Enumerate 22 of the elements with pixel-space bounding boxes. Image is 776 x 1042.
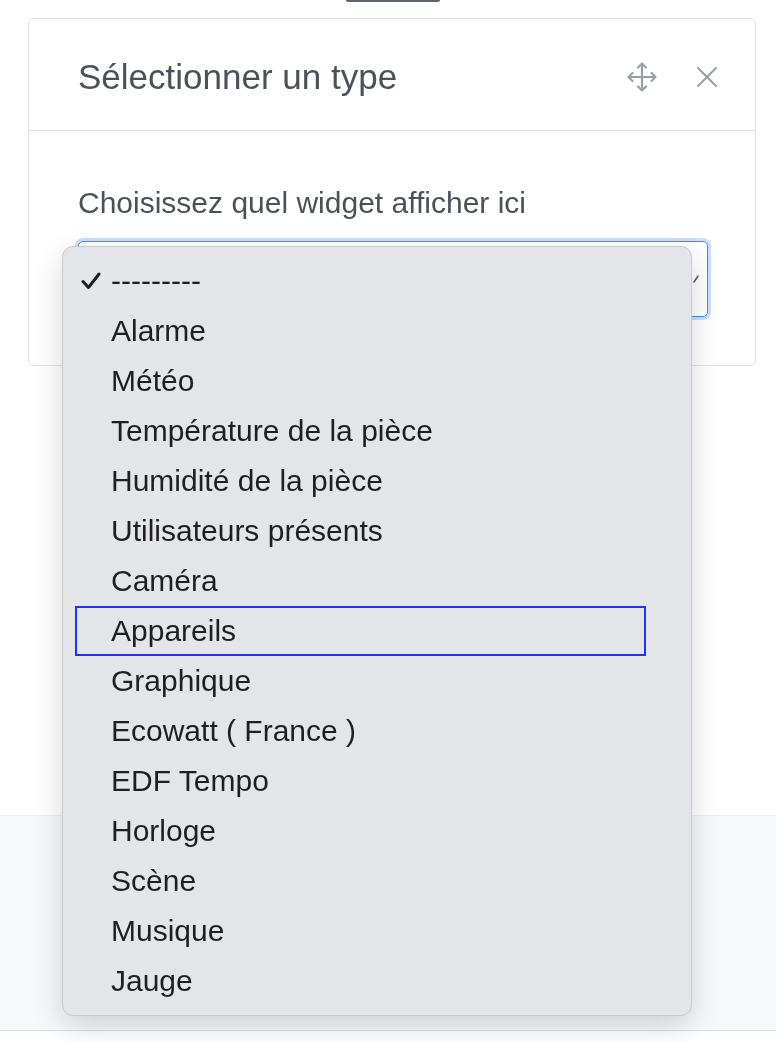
dropdown-option[interactable]: Alarme	[75, 306, 646, 356]
dropdown-option[interactable]: Humidité de la pièce	[75, 456, 646, 506]
dropdown-option[interactable]: EDF Tempo	[75, 756, 646, 806]
field-label: Choisissez quel widget afficher ici	[78, 188, 527, 218]
dropdown-option[interactable]: Température de la pièce	[75, 406, 646, 456]
dropdown-option[interactable]: Horloge	[75, 806, 646, 856]
dropdown-option[interactable]: Appareils	[75, 606, 646, 656]
dropdown-option[interactable]: Scène	[75, 856, 646, 906]
close-button[interactable]	[697, 66, 717, 87]
dropdown-option[interactable]: ---------	[75, 256, 646, 306]
dropdown-option[interactable]: Jauge	[75, 956, 646, 1006]
dropdown-option[interactable]: Graphique	[75, 656, 646, 706]
dropdown-option[interactable]: Musique	[75, 906, 646, 956]
dropdown-option[interactable]: Ecowatt ( France )	[75, 706, 646, 756]
modal-title: Sélectionner un type	[78, 56, 399, 97]
dropdown-option[interactable]: Utilisateurs présents	[75, 506, 646, 556]
chevron-icon	[693, 275, 699, 283]
move-icon	[627, 61, 657, 92]
dropdown-option[interactable]: Caméra	[75, 556, 646, 606]
move-handle[interactable]	[627, 61, 657, 92]
close-icon	[697, 66, 717, 87]
dropdown-option[interactable]: Météo	[75, 356, 646, 406]
